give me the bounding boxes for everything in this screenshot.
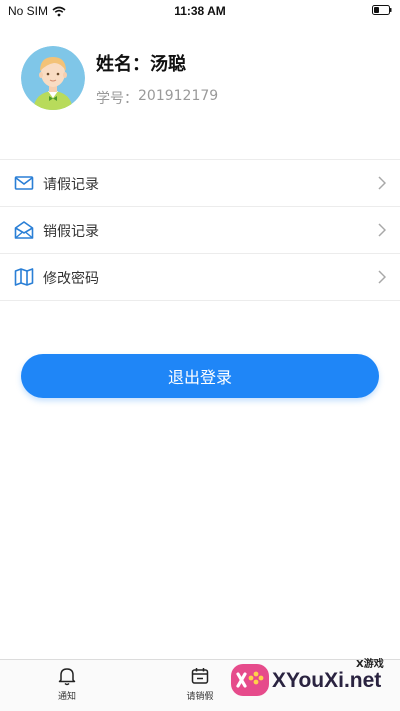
- profile-header: 姓名： 汤聪 学号： 201912179: [0, 22, 400, 160]
- id-value: 201912179: [138, 88, 219, 104]
- avatar-illustration: [21, 46, 85, 110]
- watermark-text: XYouXi.net: [272, 669, 382, 692]
- student-name: 姓名： 汤聪: [96, 50, 186, 76]
- battery-icon: [372, 5, 392, 15]
- status-bar: No SIM 11:38 AM: [0, 0, 400, 22]
- calendar-icon: [191, 668, 209, 684]
- status-time: 11:38 AM: [174, 4, 226, 18]
- menu-list: 请假记录 销假记录 修改密码: [0, 159, 400, 301]
- avatar[interactable]: [21, 46, 85, 110]
- tab-label: 请销假: [186, 692, 214, 702]
- name-label: 姓名：: [96, 54, 150, 75]
- watermark-small-text: X游戏: [356, 659, 384, 670]
- menu-item-label: 修改密码: [43, 271, 99, 287]
- menu-item-change-password[interactable]: 修改密码: [0, 254, 400, 301]
- tab-label: 通知: [57, 692, 76, 702]
- chevron-right-icon: [378, 176, 386, 190]
- watermark: X游戏 XYouXi.net: [228, 650, 400, 710]
- tab-notifications[interactable]: 通知: [37, 666, 97, 702]
- map-icon: [14, 268, 34, 286]
- envelope-icon: [14, 176, 34, 190]
- name-value: 汤聪: [150, 54, 186, 75]
- logout-button[interactable]: 退出登录: [21, 354, 379, 398]
- menu-item-cancel-leave-records[interactable]: 销假记录: [0, 207, 400, 254]
- menu-item-label: 请假记录: [43, 177, 99, 193]
- menu-item-leave-records[interactable]: 请假记录: [0, 160, 400, 207]
- tab-leave[interactable]: 请销假: [170, 666, 230, 702]
- menu-item-label: 销假记录: [43, 224, 99, 240]
- chevron-right-icon: [378, 223, 386, 237]
- chevron-right-icon: [378, 270, 386, 284]
- student-id: 学号： 201912179: [96, 88, 218, 108]
- bell-icon: [58, 668, 76, 686]
- id-label: 学号：: [96, 91, 138, 107]
- open-envelope-icon: [14, 221, 34, 239]
- gamepad-logo-icon: [231, 664, 269, 696]
